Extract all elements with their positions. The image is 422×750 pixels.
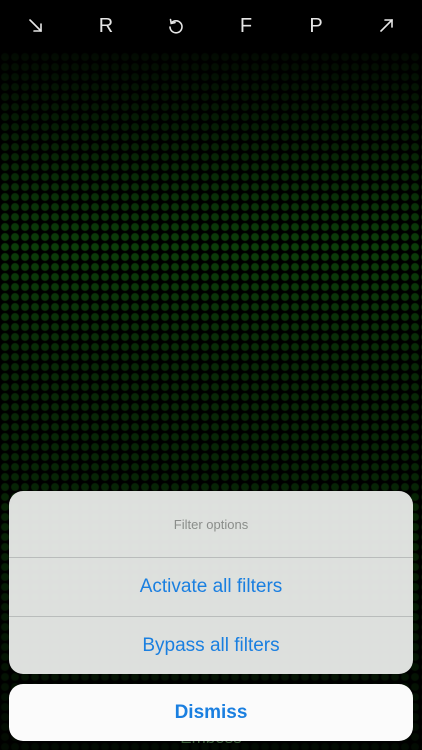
dismiss-button[interactable]: Dismiss — [9, 684, 413, 741]
bypass-all-filters-button[interactable]: Bypass all filters — [9, 616, 413, 674]
p-button[interactable]: P — [298, 8, 334, 44]
p-button-label: P — [309, 14, 323, 37]
f-button-label: F — [239, 14, 253, 37]
arrow-down-right-icon[interactable] — [18, 8, 54, 44]
app-screen: R F P Emboss Filter options Activate all… — [0, 0, 422, 750]
r-button-label: R — [98, 14, 114, 37]
activate-all-filters-button[interactable]: Activate all filters — [9, 558, 413, 616]
action-sheet-title: Filter options — [9, 491, 413, 558]
rotate-left-icon[interactable] — [158, 8, 194, 44]
r-button[interactable]: R — [88, 8, 124, 44]
filter-options-action-sheet: Filter options Activate all filters Bypa… — [9, 491, 413, 674]
arrow-up-right-icon[interactable] — [368, 8, 404, 44]
f-button[interactable]: F — [228, 8, 264, 44]
top-toolbar: R F P — [0, 0, 422, 52]
